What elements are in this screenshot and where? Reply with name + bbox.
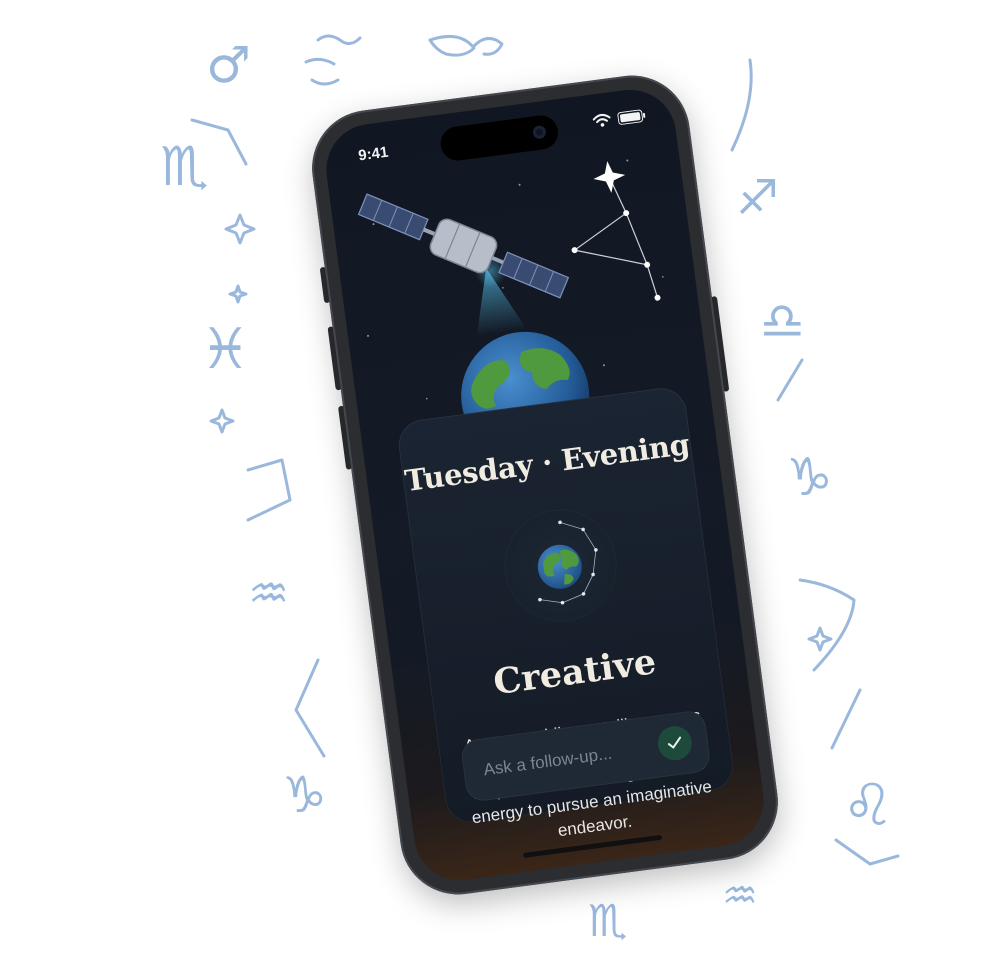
camera-icon: [532, 124, 547, 140]
status-icons: [592, 108, 646, 129]
card-title: Tuesday · Evening: [402, 426, 692, 499]
constellation-icon: [571, 161, 661, 301]
horoscope-card: Tuesday · Evening Creative energy to pur…: [395, 385, 737, 840]
satellite-icon: [357, 193, 570, 336]
wifi-icon: [592, 112, 612, 128]
checkmark-icon: [667, 736, 682, 749]
battery-icon: [617, 108, 646, 125]
earth-orbit-icon: [498, 503, 623, 628]
mood-title: Creative: [491, 641, 659, 704]
